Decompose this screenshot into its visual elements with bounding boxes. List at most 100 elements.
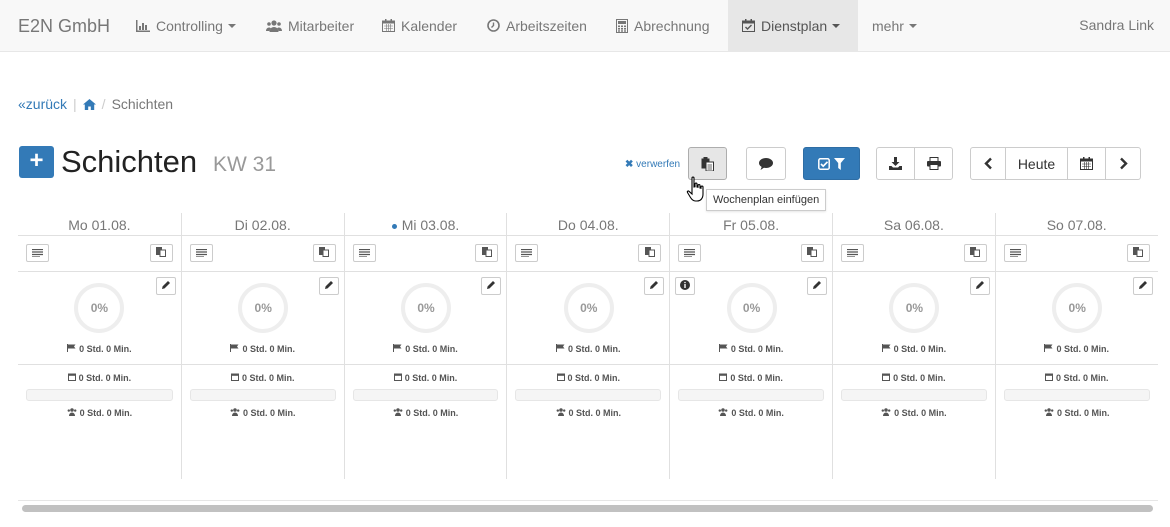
calendar-hours: 0 Std. 0 Min. [18, 373, 181, 383]
download-button[interactable] [876, 147, 915, 180]
clock-icon [487, 19, 500, 32]
calendar-value: 0 Std. 0 Min. [567, 373, 621, 383]
paste-icon [481, 244, 492, 262]
page-title: Schichten [61, 144, 198, 179]
scrollbar-thumb[interactable] [22, 505, 1153, 512]
day-label: Mo 01.08. [68, 217, 131, 233]
list-view-button[interactable] [26, 244, 49, 262]
paste-day-button[interactable] [638, 244, 662, 262]
progress-circle: 0% [726, 283, 777, 333]
edit-button[interactable] [155, 277, 176, 295]
edit-button[interactable] [644, 277, 665, 295]
pencil-icon [812, 277, 822, 295]
paste-icon [156, 244, 167, 262]
calculator-icon [616, 18, 628, 33]
filter-icon [834, 157, 845, 170]
planned-hours: 0 Std. 0 Min. [670, 344, 832, 354]
brand-link[interactable]: E2N GmbH [18, 16, 110, 37]
comment-icon [759, 157, 773, 170]
user-menu[interactable]: Sandra Link [1079, 17, 1154, 33]
edit-button[interactable] [481, 277, 502, 295]
paste-icon [701, 156, 714, 171]
list-view-button[interactable] [352, 244, 376, 262]
day-header: Mi 03.08. [345, 217, 507, 233]
edit-button[interactable] [318, 277, 339, 295]
chevron-right-icon [1119, 157, 1128, 170]
info-button[interactable] [675, 277, 696, 295]
paste-day-button[interactable] [149, 244, 173, 262]
staff-hours: 0 Std. 0 Min. [182, 408, 344, 418]
list-view-button[interactable] [1003, 244, 1027, 262]
today-button[interactable]: Heute [1005, 147, 1068, 180]
print-icon [926, 157, 941, 170]
list-icon [195, 244, 207, 262]
nav-kalender[interactable]: Kalender [368, 0, 471, 51]
nav-controlling[interactable]: Controlling [122, 0, 250, 51]
home-icon[interactable] [82, 98, 96, 110]
progress-circle: 0% [563, 283, 614, 333]
calendar-icon [719, 373, 728, 383]
nav-dienstplan[interactable]: Dienstplan [728, 0, 858, 51]
nav-mehr[interactable]: mehr [858, 0, 931, 51]
list-view-button[interactable] [841, 244, 864, 262]
calendar-hours: 0 Std. 0 Min. [345, 373, 507, 383]
nav-label: Kalender [401, 17, 458, 34]
comment-button[interactable] [746, 147, 786, 180]
calendar-check-icon [742, 19, 755, 32]
list-view-button[interactable] [189, 244, 213, 262]
list-view-button[interactable] [678, 244, 702, 262]
calendar-value: 0 Std. 0 Min. [241, 373, 295, 383]
planned-value: 0 Std. 0 Min. [405, 344, 458, 354]
day-header: So 07.08. [996, 217, 1158, 233]
discard-link[interactable]: ✖ verwerfen [625, 159, 680, 170]
staff-hours: 0 Std. 0 Min. [833, 408, 995, 418]
planned-value: 0 Std. 0 Min. [893, 344, 947, 354]
users-icon [393, 408, 403, 418]
filter-button[interactable] [803, 147, 860, 180]
list-icon [1009, 244, 1021, 262]
paste-icon [1133, 244, 1144, 262]
edit-button[interactable] [1132, 277, 1153, 295]
week-label: KW 31 [213, 153, 277, 176]
calendar-hours: 0 Std. 0 Min. [182, 373, 344, 383]
caret-down-icon [832, 23, 841, 28]
planned-hours: 0 Std. 0 Min. [182, 344, 344, 354]
paste-day-button[interactable] [312, 244, 336, 262]
staff-hours: 0 Std. 0 Min. [18, 408, 181, 418]
nav-abrechnung[interactable]: Abrechnung [602, 0, 724, 51]
staff-hours: 0 Std. 0 Min. [345, 408, 507, 418]
list-view-button[interactable] [515, 244, 539, 262]
edit-button[interactable] [969, 277, 990, 295]
pencil-icon [649, 277, 659, 295]
calendar-icon [67, 373, 76, 383]
breadcrumb-separator: / [101, 96, 106, 112]
date-picker-button[interactable] [1067, 147, 1106, 180]
previous-week-button[interactable] [970, 147, 1006, 180]
next-week-button[interactable] [1105, 147, 1141, 180]
calendar-value: 0 Std. 0 Min. [893, 373, 946, 383]
paste-day-button[interactable] [800, 244, 824, 262]
staff-value: 0 Std. 0 Min. [731, 408, 784, 418]
pencil-icon [975, 277, 985, 295]
paste-day-button[interactable] [963, 244, 987, 262]
edit-button[interactable] [806, 277, 827, 295]
nav-mitarbeiter[interactable]: Mitarbeiter [252, 0, 368, 51]
users-icon [266, 19, 282, 32]
pencil-icon [1138, 277, 1148, 295]
horizontal-scrollbar[interactable] [18, 500, 1158, 514]
add-shift-button[interactable]: + [19, 146, 54, 178]
paste-day-button[interactable] [475, 244, 499, 262]
nav-arbeitszeiten[interactable]: Arbeitszeiten [473, 0, 601, 51]
caret-down-icon [227, 23, 236, 28]
chevron-left-icon [983, 157, 992, 170]
flag-icon [230, 344, 239, 354]
flag-icon [556, 344, 565, 354]
staff-value: 0 Std. 0 Min. [405, 408, 459, 418]
print-button[interactable] [914, 147, 953, 180]
day-label: Di 02.08. [234, 217, 291, 233]
planned-value: 0 Std. 0 Min. [242, 344, 295, 354]
users-icon [556, 408, 566, 418]
nav-label: mehr [872, 17, 904, 34]
back-link[interactable]: «zurück [18, 96, 67, 112]
paste-day-button[interactable] [1126, 244, 1150, 262]
